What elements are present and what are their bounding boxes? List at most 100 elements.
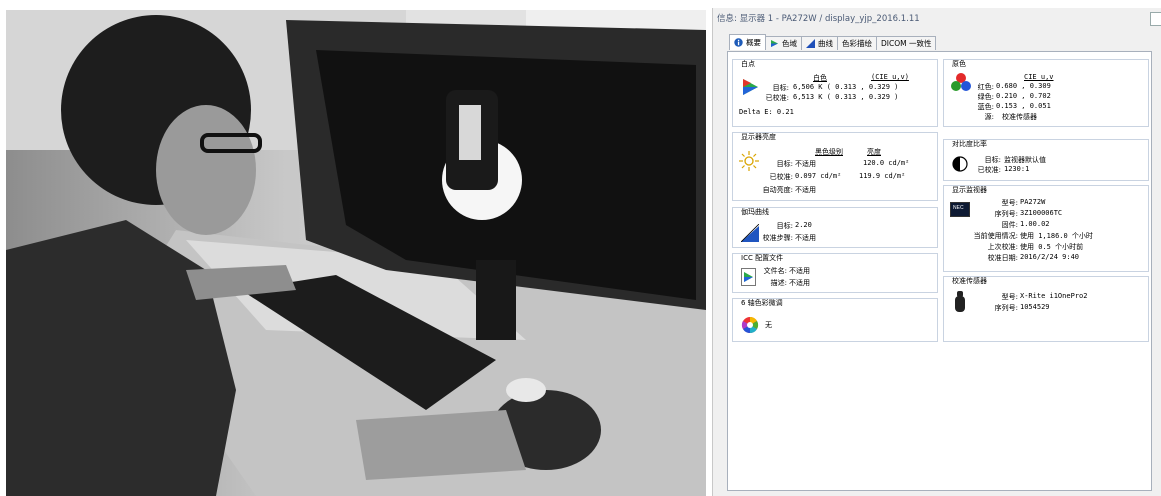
- tab-overview[interactable]: 概要: [729, 34, 766, 50]
- profile-file-icon: [741, 268, 756, 286]
- col-header-bright: 亮度: [867, 148, 881, 156]
- section-title: 显示监视器: [952, 186, 987, 194]
- tab-curve[interactable]: 曲线: [801, 36, 838, 50]
- tab-label: 曲线: [818, 39, 833, 48]
- target-value: 2.20: [795, 221, 812, 229]
- monitor-icon: NEC: [950, 202, 970, 217]
- col-header-cie: CIE u,v: [1024, 73, 1054, 81]
- serial-label: 序列号:: [994, 210, 1018, 218]
- gamut-icon: [771, 40, 778, 47]
- col-header-white: 白色: [813, 74, 827, 82]
- auto-brightness-label: 自动亮度:: [762, 186, 793, 194]
- curve-icon: [806, 39, 815, 48]
- contrast-icon: [952, 156, 968, 172]
- photo-person-at-monitor: [6, 10, 706, 496]
- target-label: 目标:: [776, 222, 793, 230]
- green-value: 0.210 , 0.702: [996, 92, 1051, 100]
- window-close-button[interactable]: [1150, 12, 1161, 26]
- info-window: 信息: 显示器 1 - PA272W / display_yjp_2016.1.…: [712, 8, 1161, 496]
- target-bright: 120.0 cd/m²: [863, 159, 910, 167]
- target-value: 6,506 K ( 0.313 , 0.329 ): [793, 83, 899, 91]
- calibrated-label: 已校准:: [765, 94, 789, 102]
- six-axis-value: 无: [765, 321, 772, 329]
- info-icon: [734, 38, 743, 47]
- calibrated-label: 已校准:: [977, 166, 1001, 174]
- model-value: PA272W: [1020, 198, 1046, 206]
- calibrated-label: 已校准:: [769, 173, 793, 181]
- photo-scene: [6, 10, 706, 496]
- six-axis-section: 6 轴色彩微调 无: [732, 298, 938, 342]
- calibrated-value: 6,513 K ( 0.313 , 0.329 ): [793, 93, 899, 101]
- calibration-date-label: 校准日期:: [987, 254, 1018, 262]
- calibration-date-value: 2016/2/24 9:40: [1020, 253, 1080, 261]
- overview-panel: 白点 白色 (CIE u,v) 目标: 6,506 K ( 0.313 , 0.…: [727, 51, 1152, 491]
- sensor-model-value: X-Rite i1OnePro2: [1020, 292, 1088, 300]
- firmware-value: 1.00.02: [1020, 220, 1050, 228]
- tab-label: 色彩描绘: [842, 39, 872, 48]
- window-title: 信息: 显示器 1 - PA272W / display_yjp_2016.1.…: [717, 14, 920, 24]
- target-label: 目标:: [772, 84, 789, 92]
- contrast-section: 对比度比率 目标: 监视器默认值 已校准: 1230:1: [943, 139, 1149, 181]
- tab-label: 概要: [746, 38, 761, 47]
- section-title: 6 轴色彩微调: [741, 299, 783, 307]
- step-label: 校准步骤:: [762, 234, 793, 242]
- blue-label: 蓝色:: [977, 103, 994, 111]
- section-title: 白点: [741, 60, 755, 68]
- tab-dicom[interactable]: DICOM 一致性: [876, 36, 937, 50]
- calibrated-bright: 119.9 cd/m²: [859, 172, 906, 180]
- tab-color-rendering[interactable]: 色彩描绘: [837, 36, 877, 50]
- serial-value: 3Z100006TC: [1020, 209, 1063, 217]
- last-calibration-label: 上次校准:: [987, 243, 1018, 251]
- white-point-section: 白点 白色 (CIE u,v) 目标: 6,506 K ( 0.313 , 0.…: [732, 59, 938, 127]
- tab-label: 色域: [782, 39, 797, 48]
- monitor-section: 显示监视器 NEC 型号: PA272W 序列号: 3Z100006TC 固件:…: [943, 185, 1149, 272]
- section-title: 显示器亮度: [741, 133, 776, 141]
- source-label: 源:: [984, 113, 994, 121]
- tab-bar: 概要 色域 曲线 色彩描绘 DICOM 一致性: [729, 34, 937, 51]
- sensor-serial-label: 序列号:: [994, 304, 1018, 312]
- gamut-triangle-icon: [743, 79, 758, 95]
- usage-label: 当前使用情况:: [973, 232, 1018, 240]
- blue-value: 0.153 , 0.051: [996, 102, 1051, 110]
- red-label: 红色:: [977, 83, 994, 91]
- auto-brightness-value: 不适用: [795, 186, 816, 194]
- step-value: 不适用: [795, 234, 816, 242]
- icc-section: ICC 配置文件 文件名: 不适用 描述: 不适用: [732, 253, 938, 293]
- sensor-section: 校准传感器 型号: X-Rite i1OnePro2 序列号: 1054529: [943, 276, 1149, 342]
- firmware-label: 固件:: [1001, 221, 1018, 229]
- gamma-curve-icon: [741, 224, 759, 242]
- sun-icon: [739, 151, 759, 171]
- col-header-black: 黑色级别: [815, 148, 843, 156]
- model-label: 型号:: [1001, 199, 1018, 207]
- red-value: 0.680 , 0.309: [996, 82, 1051, 90]
- tab-label: DICOM 一致性: [881, 39, 932, 48]
- target-label: 目标:: [776, 160, 793, 168]
- section-title: ICC 配置文件: [741, 254, 784, 262]
- color-wheel-icon: [741, 316, 759, 334]
- rgb-primaries-icon: [951, 73, 971, 91]
- section-title: 对比度比率: [952, 140, 987, 148]
- calibrated-value: 1230:1: [1004, 165, 1030, 173]
- tab-gamut[interactable]: 色域: [765, 36, 802, 50]
- sensor-serial-value: 1054529: [1020, 303, 1050, 311]
- source-value: 校准传感器: [1002, 113, 1037, 121]
- target-black: 不适用: [795, 160, 816, 168]
- gamma-section: 伽玛曲线 目标: 2.20 校准步骤: 不适用: [732, 207, 938, 248]
- usage-value: 使用 1,186.0 个小时: [1020, 232, 1093, 240]
- monitor-logo-text: NEC: [953, 205, 964, 211]
- desc-value: 不适用: [789, 279, 810, 287]
- sensor-model-label: 型号:: [1001, 293, 1018, 301]
- section-title: 原色: [952, 60, 966, 68]
- file-label: 文件名:: [763, 267, 787, 275]
- delta-e: Delta E: 0.21: [739, 108, 794, 116]
- section-title: 校准传感器: [952, 277, 987, 285]
- primaries-section: 原色 CIE u,v 红色: 0.680 , 0.309 绿色: 0.210 ,…: [943, 59, 1149, 127]
- last-calibration-value: 使用 0.5 个小时前: [1020, 243, 1084, 251]
- file-value: 不适用: [789, 267, 810, 275]
- sensor-device-icon: [955, 291, 965, 312]
- target-value: 监视器默认值: [1004, 156, 1046, 164]
- calibrated-black: 0.097 cd/m²: [795, 172, 842, 180]
- brightness-section: 显示器亮度 黑色级别 亮度 目标: 不适用 120.0 cd/m² 已校准: 0…: [732, 132, 938, 201]
- green-label: 绿色:: [977, 93, 994, 101]
- col-header-cie: (CIE u,v): [871, 73, 909, 81]
